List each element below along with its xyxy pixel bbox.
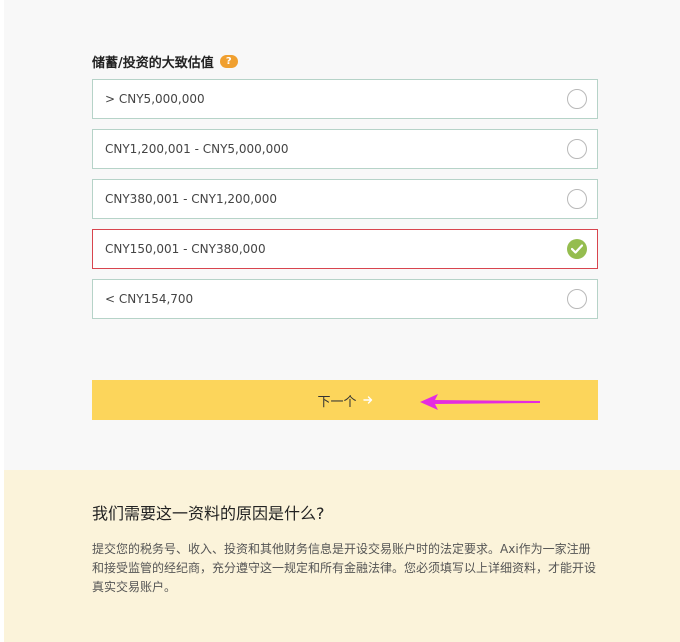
option-item-3[interactable]: CNY380,001 - CNY1,200,000 (92, 179, 598, 219)
option-label: CNY380,001 - CNY1,200,000 (105, 192, 278, 206)
page: 储蓄/投资的大致估值 ? > CNY5,000,000 CNY1,200,001… (0, 0, 680, 642)
option-item-2[interactable]: CNY1,200,001 - CNY5,000,000 (92, 129, 598, 169)
arrow-right-icon (362, 395, 373, 405)
option-item-1[interactable]: > CNY5,000,000 (92, 79, 598, 119)
option-label: > CNY5,000,000 (105, 92, 205, 106)
radio-circle-icon[interactable] (567, 289, 587, 309)
check-icon[interactable] (567, 239, 587, 259)
info-body: 提交您的税务号、收入、投资和其他财务信息是开设交易账户时的法定要求。Axi作为一… (92, 542, 597, 594)
next-button[interactable]: 下一个 (92, 380, 598, 420)
question-icon[interactable]: ? (219, 55, 238, 68)
radio-circle-icon[interactable] (567, 189, 587, 209)
next-button-label: 下一个 (317, 394, 357, 410)
option-label: CNY1,200,001 - CNY5,000,000 (105, 142, 289, 156)
option-item-4[interactable]: CNY150,001 - CNY380,000 (92, 229, 598, 269)
radio-circle-icon[interactable] (567, 89, 587, 109)
option-label: CNY150,001 - CNY380,000 (105, 242, 266, 256)
option-label: < CNY154,700 (105, 292, 194, 306)
options-list: > CNY5,000,000 CNY1,200,001 - CNY5,000,0… (92, 79, 598, 329)
question-label-row: 储蓄/投资的大致估值 ? (92, 52, 238, 71)
info-panel: 我们需要这一资料的原因是什么? 提交您的税务号、收入、投资和其他财务信息是开设交… (4, 470, 680, 642)
radio-circle-icon[interactable] (567, 139, 587, 159)
question-label: 储蓄/投资的大致估值 (92, 56, 214, 71)
option-item-5[interactable]: < CNY154,700 (92, 279, 598, 319)
info-title: 我们需要这一资料的原因是什么? (92, 504, 325, 523)
